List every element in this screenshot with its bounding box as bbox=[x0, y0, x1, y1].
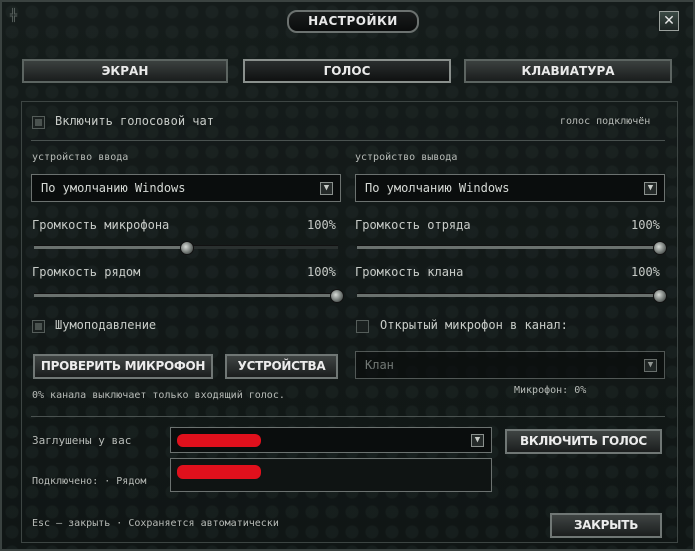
input-device-value: По умолчанию Windows bbox=[41, 181, 186, 195]
test-mic-button[interactable]: ПРОВЕРИТЬ МИКРОФОН bbox=[33, 354, 213, 379]
devices-button[interactable]: УСТРОЙСТВА bbox=[225, 354, 338, 379]
channel-select-value: Клан bbox=[365, 358, 394, 372]
clan-volume-slider[interactable] bbox=[357, 289, 667, 303]
nearby-volume-value: 100% bbox=[307, 265, 336, 279]
divider bbox=[31, 416, 665, 417]
noise-suppression-label: Шумоподавление bbox=[55, 318, 157, 332]
muted-label: Заглушены у вас bbox=[32, 434, 132, 447]
output-device-select[interactable]: По умолчанию Windows ▼ bbox=[355, 174, 665, 202]
unmute-button[interactable]: ВКЛЮЧИТЬ ГОЛОС bbox=[505, 429, 662, 454]
open-mic-label: Открытый микрофон в канал: bbox=[380, 318, 568, 332]
footer-hint: Esc — закрыть · Сохраняется автоматическ… bbox=[32, 518, 279, 529]
squad-volume-knob[interactable] bbox=[653, 241, 667, 255]
divider bbox=[31, 140, 665, 141]
nearby-volume-label: Громкость рядом bbox=[32, 265, 141, 279]
clan-volume-label: Громкость клана bbox=[355, 265, 464, 279]
output-device-label: устройство вывода bbox=[355, 152, 458, 163]
chevron-down-icon: ▼ bbox=[471, 434, 484, 447]
redacted-name[interactable] bbox=[177, 465, 261, 479]
chevron-down-icon: ▼ bbox=[644, 182, 657, 195]
open-mic-checkbox[interactable] bbox=[356, 320, 369, 333]
chevron-down-icon: ▼ bbox=[320, 182, 333, 195]
tab-voice[interactable]: ГОЛОС bbox=[243, 59, 451, 83]
chevron-down-icon: ▼ bbox=[644, 359, 657, 372]
close-button[interactable]: ЗАКРЫТЬ bbox=[550, 513, 662, 538]
mic-volume-knob[interactable] bbox=[180, 241, 194, 255]
tab-screen[interactable]: ЭКРАН bbox=[22, 59, 228, 83]
window-title: НАСТРОЙКИ bbox=[287, 10, 419, 33]
squad-volume-value: 100% bbox=[631, 218, 660, 232]
redacted-name bbox=[177, 434, 261, 447]
nearby-volume-knob[interactable] bbox=[330, 289, 344, 303]
corner-ornament-icon: ╬ bbox=[10, 8, 18, 22]
title-bar: ╬ НАСТРОЙКИ ✕ bbox=[2, 2, 693, 36]
nearby-volume-fill bbox=[34, 294, 334, 297]
mic-volume-slider[interactable] bbox=[34, 241, 338, 255]
voice-status: голос подключён bbox=[560, 116, 651, 127]
squad-volume-fill bbox=[357, 246, 657, 249]
mic-volume-label: Громкость микрофона bbox=[32, 218, 170, 232]
clan-volume-knob[interactable] bbox=[653, 289, 667, 303]
settings-window: ╬ НАСТРОЙКИ ✕ ЭКРАН ГОЛОС КЛАВИАТУРА Вкл… bbox=[0, 0, 695, 551]
muted-users-dropdown-list[interactable] bbox=[170, 458, 492, 492]
muted-users-select[interactable]: ▼ bbox=[170, 427, 492, 453]
nearby-volume-slider[interactable] bbox=[34, 289, 344, 303]
clan-volume-fill bbox=[357, 294, 657, 297]
mic-level-text: Микрофон: 0% bbox=[514, 385, 587, 396]
noise-suppression-checkbox[interactable] bbox=[32, 320, 45, 333]
input-device-select[interactable]: По умолчанию Windows ▼ bbox=[31, 174, 341, 202]
channel-select[interactable]: Клан ▼ bbox=[355, 351, 665, 379]
enable-voice-label: Включить голосовой чат bbox=[55, 114, 214, 128]
tab-keyboard[interactable]: КЛАВИАТУРА bbox=[464, 59, 672, 83]
mic-volume-value: 100% bbox=[307, 218, 336, 232]
enable-voice-checkbox[interactable] bbox=[32, 116, 45, 129]
squad-volume-slider[interactable] bbox=[357, 241, 667, 255]
mic-volume-fill bbox=[34, 246, 186, 249]
output-device-value: По умолчанию Windows bbox=[365, 181, 510, 195]
input-device-label: устройство ввода bbox=[32, 152, 129, 163]
squad-volume-label: Громкость отряда bbox=[355, 218, 471, 232]
close-icon[interactable]: ✕ bbox=[659, 11, 679, 31]
clan-volume-value: 100% bbox=[631, 265, 660, 279]
connected-users-text: Подключено: · Рядом bbox=[32, 476, 147, 487]
channel-hint: 0% канала выключает только входящий голо… bbox=[32, 390, 285, 401]
